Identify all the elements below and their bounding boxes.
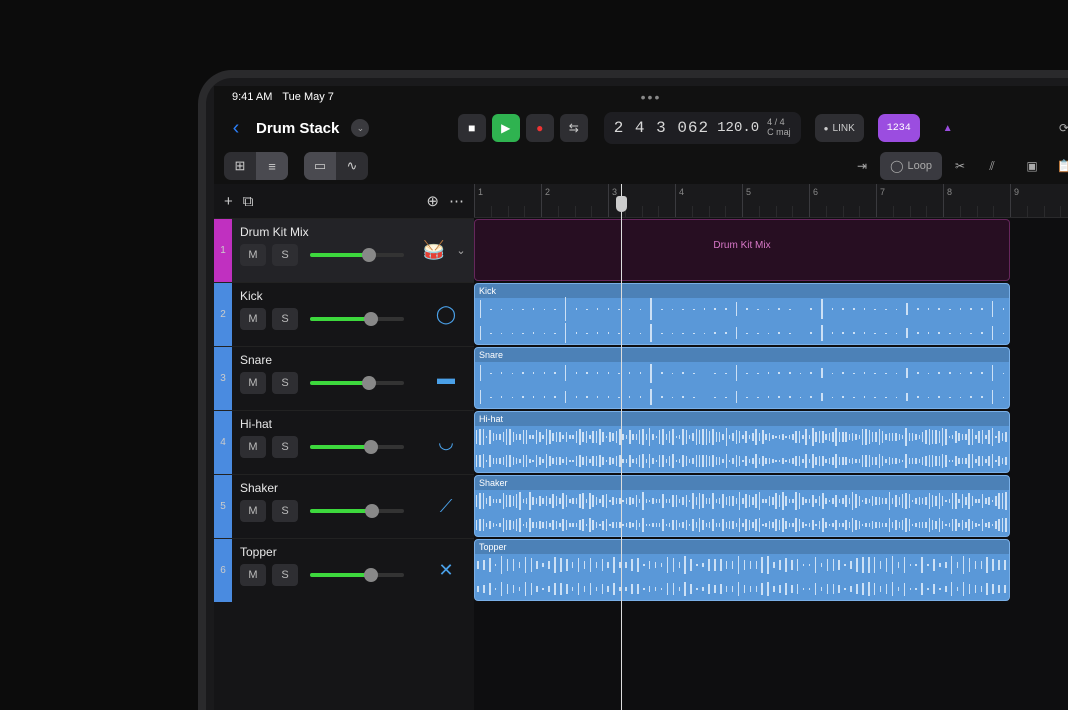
- view-toolbar: ⊞ ≡ ▭ ∿ ⇥ ◯Loop ✂ ⫽ ▣ 📋: [214, 148, 1068, 184]
- drumkit-icon[interactable]: 🥁: [422, 239, 446, 263]
- play-button[interactable]: ▶: [492, 114, 520, 142]
- track-number: 6: [214, 539, 232, 602]
- select-tool-button[interactable]: ▣: [1018, 152, 1046, 180]
- lcd-display[interactable]: 2 4 3 062 120.0 4 / 4 C maj: [604, 112, 801, 144]
- region[interactable]: Shaker: [474, 475, 1010, 537]
- region-label: Kick: [475, 284, 1009, 298]
- status-time: 9:41 AM: [232, 91, 272, 103]
- countin-button[interactable]: 1234: [878, 114, 920, 142]
- region[interactable]: Hi-hat: [474, 411, 1010, 473]
- ruler[interactable]: 123456789: [474, 184, 1068, 218]
- track-name[interactable]: Kick: [240, 289, 410, 303]
- shaker-icon[interactable]: ⟋: [434, 495, 458, 519]
- volume-fader[interactable]: [310, 317, 404, 321]
- position-display: 2 4 3 062: [614, 119, 709, 137]
- automation-view-button[interactable]: ∿: [336, 152, 368, 180]
- hihat-icon[interactable]: ◡: [434, 431, 458, 455]
- topper-icon[interactable]: ✕: [434, 559, 458, 583]
- clipboard-button[interactable]: 📋: [1050, 152, 1068, 180]
- back-button[interactable]: ‹: [224, 117, 248, 140]
- track-header[interactable]: 6 Topper MS ✕: [214, 538, 474, 602]
- track-number: 1: [214, 219, 232, 282]
- solo-button[interactable]: S: [272, 436, 298, 458]
- join-button[interactable]: ⫽: [978, 152, 1006, 180]
- add-track-button[interactable]: +: [224, 193, 233, 210]
- region-view-button[interactable]: ▭: [304, 152, 336, 180]
- link-button[interactable]: ●LINK: [815, 114, 864, 142]
- solo-button[interactable]: S: [272, 372, 298, 394]
- track-options-button[interactable]: ⋯: [449, 192, 464, 210]
- track-name[interactable]: Topper: [240, 545, 410, 559]
- track-number: 5: [214, 475, 232, 538]
- duplicate-track-button[interactable]: ⧉: [243, 193, 254, 210]
- top-bar: ‹ Drum Stack ⌄ ■ ▶ ● ⇆ 2 4 3 062 120.0 4…: [214, 108, 1068, 148]
- snare-icon[interactable]: ▬: [434, 367, 458, 391]
- timeline[interactable]: 123456789 Drum Kit Mix Kick Snare Hi-hat Sha…: [474, 184, 1068, 710]
- cycle-button[interactable]: ⇆: [560, 114, 588, 142]
- mute-button[interactable]: M: [240, 436, 266, 458]
- expand-chevron-icon[interactable]: ⌄: [452, 244, 470, 257]
- transport-controls: ■ ▶ ● ⇆: [458, 114, 588, 142]
- track-header-panel: + ⧉ ⊕ ⋯ 1Drum Kit MixMS🥁⌄2KickMS◯3SnareM…: [214, 184, 474, 710]
- grid-view-button[interactable]: ⊞: [224, 152, 256, 180]
- track-number: 4: [214, 411, 232, 474]
- volume-fader[interactable]: [310, 381, 404, 385]
- status-date: Tue May 7: [282, 91, 334, 103]
- region[interactable]: Kick: [474, 283, 1010, 345]
- stop-button[interactable]: ■: [458, 114, 486, 142]
- list-view-button[interactable]: ≡: [256, 152, 288, 180]
- region-label: Hi-hat: [475, 412, 1009, 426]
- region-label: Snare: [475, 348, 1009, 362]
- kick-icon[interactable]: ◯: [434, 303, 458, 327]
- volume-fader[interactable]: [310, 253, 404, 257]
- multitask-dots[interactable]: •••: [641, 89, 662, 105]
- sync-icon[interactable]: ⟳: [1050, 114, 1068, 142]
- track-number: 2: [214, 283, 232, 346]
- track-header[interactable]: 2 Kick MS ◯: [214, 282, 474, 346]
- volume-fader[interactable]: [310, 573, 404, 577]
- track-header[interactable]: 3 Snare MS ▬: [214, 346, 474, 410]
- solo-button[interactable]: S: [272, 244, 298, 266]
- region[interactable]: Drum Kit Mix: [474, 219, 1010, 281]
- track-header[interactable]: 1 Drum Kit Mix MS 🥁 ⌄: [214, 218, 474, 282]
- track-header[interactable]: 4 Hi-hat MS ◡: [214, 410, 474, 474]
- tempo-display: 120.0: [717, 120, 759, 136]
- loop-browser-button[interactable]: ◯Loop: [880, 152, 942, 180]
- solo-button[interactable]: S: [272, 500, 298, 522]
- scissors-button[interactable]: ✂: [946, 152, 974, 180]
- region-label: Shaker: [475, 476, 1009, 490]
- region[interactable]: Snare: [474, 347, 1010, 409]
- region-label: Drum Kit Mix: [475, 220, 1009, 251]
- track-name[interactable]: Drum Kit Mix: [240, 225, 410, 239]
- playhead[interactable]: [621, 184, 622, 710]
- record-button[interactable]: ●: [526, 114, 554, 142]
- project-title[interactable]: Drum Stack: [256, 120, 339, 137]
- track-header[interactable]: 5 Shaker MS ⟋: [214, 474, 474, 538]
- volume-fader[interactable]: [310, 445, 404, 449]
- mute-button[interactable]: M: [240, 244, 266, 266]
- project-menu-chevron-icon[interactable]: ⌄: [351, 119, 369, 137]
- snap-button[interactable]: ⇥: [848, 152, 876, 180]
- solo-button[interactable]: S: [272, 308, 298, 330]
- mute-button[interactable]: M: [240, 500, 266, 522]
- solo-button[interactable]: S: [272, 564, 298, 586]
- track-name[interactable]: Hi-hat: [240, 417, 410, 431]
- volume-fader[interactable]: [310, 509, 404, 513]
- region[interactable]: Topper: [474, 539, 1010, 601]
- metronome-button[interactable]: ▲: [934, 114, 962, 142]
- track-number: 3: [214, 347, 232, 410]
- mute-button[interactable]: M: [240, 564, 266, 586]
- mute-button[interactable]: M: [240, 308, 266, 330]
- status-bar: 9:41 AM Tue May 7 •••: [214, 86, 1068, 108]
- mute-button[interactable]: M: [240, 372, 266, 394]
- region-label: Topper: [475, 540, 1009, 554]
- track-name[interactable]: Snare: [240, 353, 410, 367]
- new-region-button[interactable]: ⊕: [426, 192, 439, 210]
- key-display: C maj: [767, 128, 791, 138]
- track-name[interactable]: Shaker: [240, 481, 410, 495]
